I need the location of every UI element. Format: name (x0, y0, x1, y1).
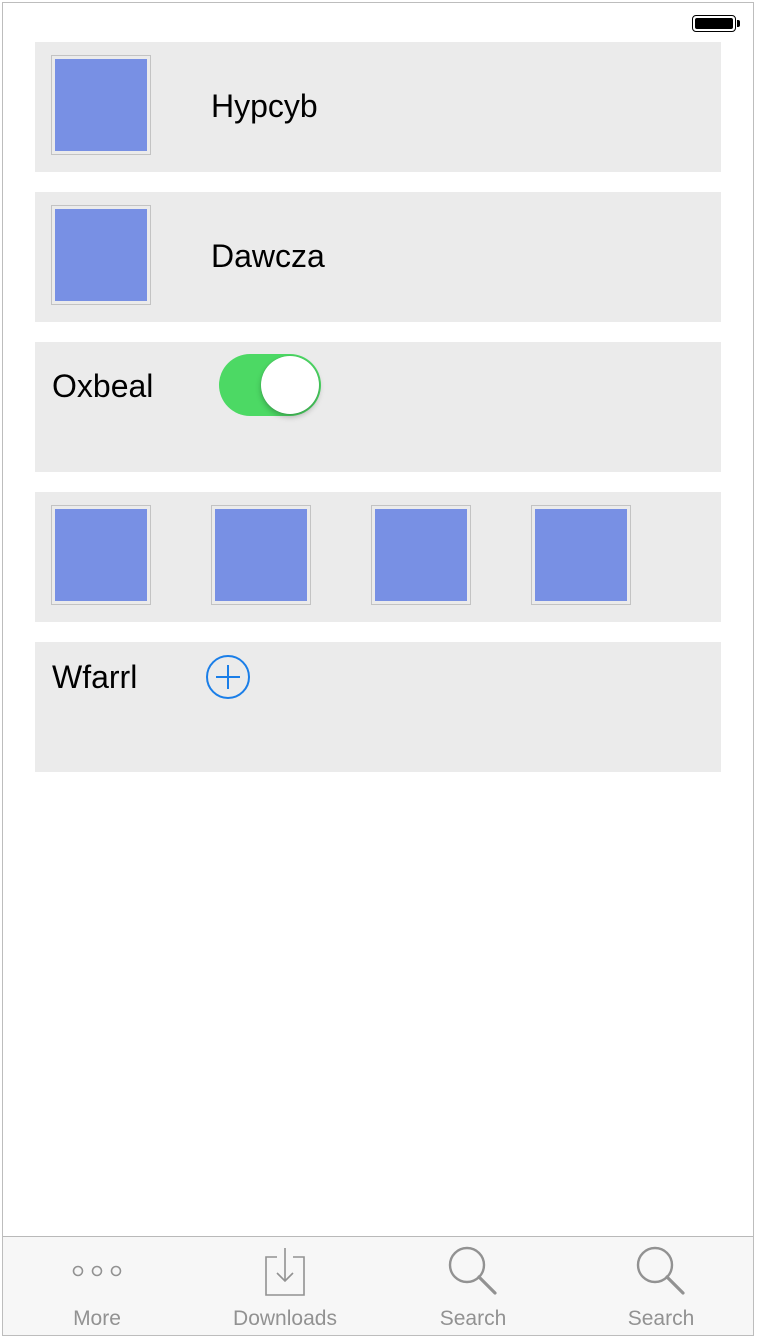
tab-label: More (73, 1307, 121, 1330)
oxbeal-toggle-switch[interactable] (219, 354, 321, 416)
cell-title: Wfarrl (52, 659, 138, 695)
phone-screen: Hypcyb Dawcza Oxbeal Wfarrl More Downloa… (2, 2, 754, 1336)
tab-label: Search (439, 1307, 507, 1330)
image-gallery-cell (35, 492, 721, 622)
battery-full-icon (692, 15, 736, 32)
tab-search-2[interactable]: Search (567, 1237, 753, 1335)
list-cell-oxbeal: Oxbeal (35, 342, 721, 472)
image-placeholder (55, 209, 147, 301)
search-icon (636, 1246, 685, 1295)
plus-circle-icon (206, 655, 250, 699)
tab-label: Downloads (233, 1307, 337, 1330)
image-placeholder (535, 509, 627, 601)
add-button[interactable] (205, 654, 251, 700)
tab-more[interactable]: More (3, 1237, 191, 1335)
tab-label: Search (627, 1307, 695, 1330)
tab-bar: More Downloads Search Search (3, 1236, 753, 1335)
thumbnail-image (51, 205, 151, 305)
gallery-thumbnail[interactable] (211, 505, 311, 605)
cell-title: Oxbeal (52, 368, 154, 404)
tab-downloads[interactable]: Downloads (191, 1237, 379, 1335)
status-bar (3, 3, 753, 43)
list-cell-dawcza[interactable]: Dawcza (35, 192, 721, 322)
battery-tip (737, 20, 740, 27)
tab-search[interactable]: Search (379, 1237, 567, 1335)
thumbnail-image (51, 55, 151, 155)
more-dots-icon (72, 1265, 122, 1277)
image-placeholder (55, 59, 147, 151)
toggle-knob (261, 356, 319, 414)
battery-level (695, 18, 733, 29)
image-placeholder (215, 509, 307, 601)
list-cell-hypcyb[interactable]: Hypcyb (35, 42, 721, 172)
search-icon (448, 1246, 497, 1295)
image-placeholder (375, 509, 467, 601)
download-tray-icon (265, 1248, 305, 1296)
gallery-thumbnail[interactable] (51, 505, 151, 605)
cell-title: Dawcza (211, 238, 325, 274)
image-placeholder (55, 509, 147, 601)
gallery-thumbnail[interactable] (531, 505, 631, 605)
cell-title: Hypcyb (211, 88, 318, 124)
list-cell-wfarrl: Wfarrl (35, 642, 721, 772)
gallery-thumbnail[interactable] (371, 505, 471, 605)
